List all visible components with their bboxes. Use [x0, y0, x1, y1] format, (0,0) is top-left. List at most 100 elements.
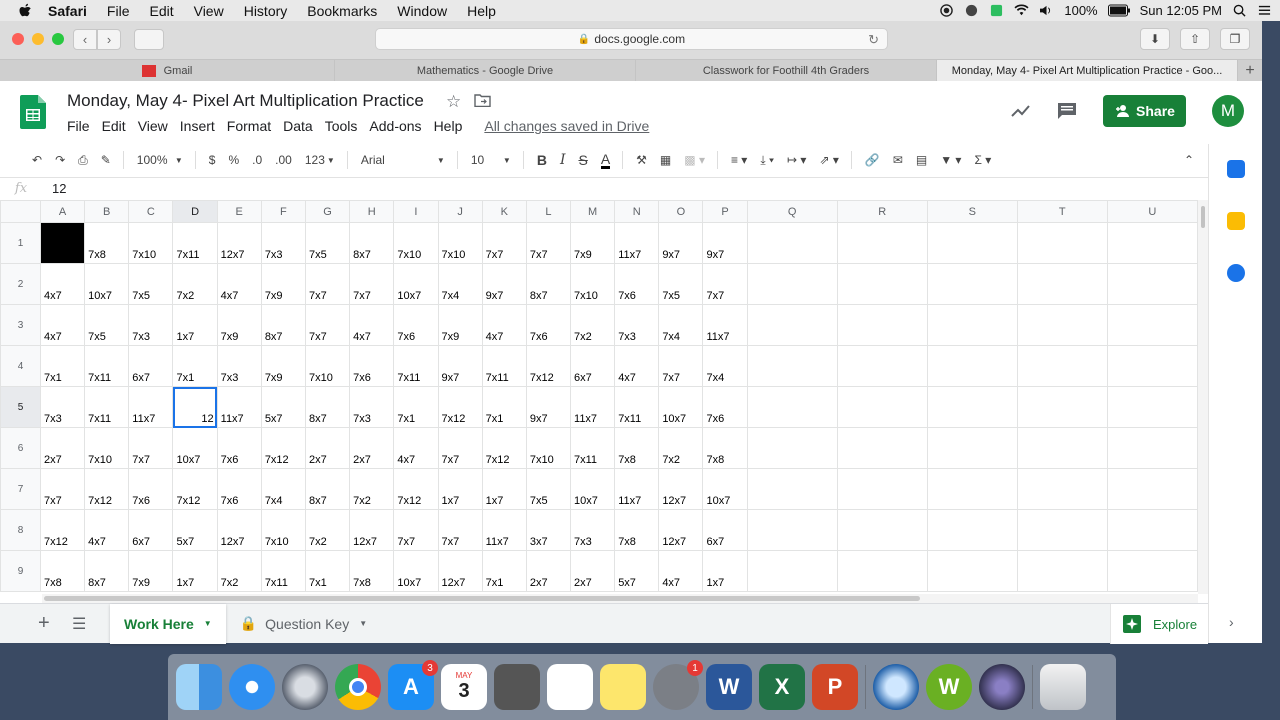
cell[interactable]: 7x8 [614, 509, 660, 551]
text-color-button[interactable]: A [600, 152, 611, 169]
cell[interactable]: 9x7 [481, 263, 527, 305]
menu-edit[interactable]: Edit [102, 118, 126, 134]
wacom-icon[interactable]: W [926, 664, 972, 710]
mac-menu-view[interactable]: View [194, 3, 224, 19]
cell[interactable]: 7x1 [481, 550, 527, 592]
cell[interactable]: 7x2 [304, 509, 351, 551]
volume-icon[interactable] [1039, 4, 1054, 17]
cell[interactable]: 12x7 [658, 468, 704, 510]
cell[interactable]: 7x7 [304, 304, 351, 346]
column-header-t[interactable]: T [1016, 200, 1108, 223]
cell[interactable]: 7x7 [39, 468, 86, 510]
mac-menu-file[interactable]: File [107, 3, 130, 19]
column-header-q[interactable]: Q [746, 200, 838, 223]
cell[interactable]: 7x3 [349, 386, 395, 428]
vertical-scrollbar[interactable] [1198, 200, 1208, 594]
notes-icon[interactable] [600, 664, 646, 710]
cell[interactable]: 7x10 [437, 222, 483, 264]
cell[interactable]: 7x5 [525, 468, 572, 510]
zoom-window-button[interactable] [52, 33, 64, 45]
cell[interactable]: 5x7 [172, 509, 218, 551]
cell[interactable]: 7x7 [437, 509, 483, 551]
cell[interactable] [1106, 345, 1198, 387]
column-header-m[interactable]: M [570, 200, 616, 223]
cell[interactable]: 8x7 [525, 263, 572, 305]
column-header-h[interactable]: H [349, 200, 395, 223]
browser-tab-drive[interactable]: Mathematics - Google Drive [335, 60, 636, 82]
cell[interactable]: 7x6 [614, 263, 660, 305]
cell[interactable] [926, 427, 1018, 469]
cell[interactable]: 4x7 [393, 427, 439, 469]
cell[interactable] [746, 222, 838, 264]
cell[interactable]: 11x7 [702, 304, 748, 346]
font-family-select[interactable]: Arial ▼ [361, 153, 445, 167]
cell[interactable] [1016, 509, 1108, 551]
cell[interactable]: 7x11 [260, 550, 306, 592]
menu-app-name[interactable]: Safari [48, 3, 87, 19]
cell[interactable]: 5x7 [260, 386, 306, 428]
cell[interactable]: 12 [172, 386, 218, 428]
cell[interactable]: 7x11 [84, 345, 130, 387]
cell[interactable]: 7x2 [172, 263, 218, 305]
cell[interactable]: 7x8 [702, 427, 748, 469]
cell[interactable] [1016, 304, 1108, 346]
redo-icon[interactable]: ↷ [55, 153, 65, 167]
menu-help[interactable]: Help [434, 118, 463, 134]
cell[interactable]: 7x2 [658, 427, 704, 469]
cell[interactable]: 7x5 [84, 304, 130, 346]
expand-panel-icon[interactable]: › [1229, 614, 1234, 630]
cell[interactable]: 7x7 [481, 222, 527, 264]
cell[interactable]: 12x7 [216, 222, 262, 264]
column-header-a[interactable]: A [39, 200, 86, 223]
cell[interactable]: 7x12 [84, 468, 130, 510]
cell[interactable]: 4x7 [614, 345, 660, 387]
cell[interactable] [836, 304, 928, 346]
cell[interactable]: 7x11 [172, 222, 218, 264]
record-icon[interactable] [939, 4, 954, 17]
menu-tools[interactable]: Tools [325, 118, 358, 134]
cell[interactable]: 7x10 [128, 222, 174, 264]
cell[interactable]: 7x11 [570, 427, 616, 469]
currency-format-button[interactable]: $ [209, 153, 216, 167]
decrease-decimal-button[interactable]: .0 [252, 153, 262, 167]
calculator-icon[interactable] [494, 664, 540, 710]
cell[interactable] [746, 509, 838, 551]
cell[interactable]: 7x12 [481, 427, 527, 469]
cell[interactable] [926, 263, 1018, 305]
cell[interactable]: 7x8 [39, 550, 86, 592]
cell[interactable] [836, 509, 928, 551]
cell[interactable]: 7x1 [304, 550, 351, 592]
document-title[interactable]: Monday, May 4- Pixel Art Multiplication … [67, 91, 424, 111]
add-sheet-button[interactable]: + [38, 612, 68, 635]
reminders-icon[interactable] [547, 664, 593, 710]
forward-button[interactable]: › [97, 29, 121, 50]
activity-trend-icon[interactable] [1011, 104, 1031, 118]
cell[interactable] [926, 468, 1018, 510]
catalina-installer-icon[interactable] [979, 664, 1025, 710]
save-status[interactable]: All changes saved in Drive [484, 118, 649, 134]
cell[interactable]: 7x6 [349, 345, 395, 387]
chrome-icon[interactable] [335, 664, 381, 710]
functions-icon[interactable]: Σ ▾ [974, 153, 991, 167]
column-header-c[interactable]: C [128, 200, 174, 223]
cell[interactable]: 7x10 [570, 263, 616, 305]
cell[interactable]: 7x6 [525, 304, 572, 346]
browser-tab-sheet[interactable]: Monday, May 4- Pixel Art Multiplication … [937, 60, 1238, 82]
cell[interactable]: 12x7 [216, 509, 262, 551]
column-header-f[interactable]: F [260, 200, 306, 223]
cell[interactable]: 7x6 [216, 427, 262, 469]
cell[interactable]: 7x1 [481, 386, 527, 428]
merge-cells-icon[interactable]: ▩ ▾ [684, 153, 705, 167]
cell[interactable]: 7x5 [658, 263, 704, 305]
cell[interactable]: 11x7 [481, 509, 527, 551]
cell[interactable] [1016, 386, 1108, 428]
cell[interactable]: 7x10 [260, 509, 306, 551]
tab-overview-button[interactable]: ❐ [1220, 28, 1250, 50]
cell[interactable]: 7x11 [614, 386, 660, 428]
cell[interactable]: 7x4 [702, 345, 748, 387]
cell[interactable] [836, 386, 928, 428]
cell[interactable]: 1x7 [481, 468, 527, 510]
cell[interactable]: 7x3 [260, 222, 306, 264]
cell[interactable]: 10x7 [393, 263, 439, 305]
cell[interactable] [926, 222, 1018, 264]
